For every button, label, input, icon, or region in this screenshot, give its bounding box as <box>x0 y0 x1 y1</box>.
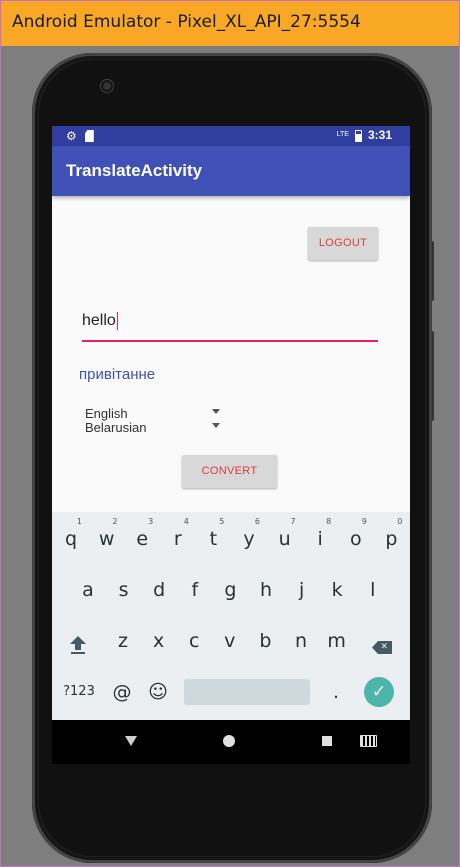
at-key[interactable]: @ <box>104 667 140 717</box>
keyboard-row-4: ?123 @ ☺ . ✓ <box>52 667 410 717</box>
window-title: Android Emulator - Pixel_XL_API_27:5554 <box>12 12 361 32</box>
text-cursor <box>116 312 119 330</box>
key-hint: 2 <box>112 517 118 526</box>
key-u[interactable]: u7 <box>267 514 303 564</box>
smiley-icon: ☺ <box>148 681 168 703</box>
key-label: q <box>64 528 78 550</box>
key-label: y <box>243 528 255 550</box>
key-hint: 1 <box>76 517 82 526</box>
key-e[interactable]: e3 <box>124 514 160 564</box>
emulator-window: Android Emulator - Pixel_XL_API_27:5554 … <box>0 0 460 867</box>
key-label: p <box>385 528 398 550</box>
space-bar[interactable] <box>184 679 310 705</box>
key-d[interactable]: d <box>141 565 177 615</box>
key-x[interactable]: x <box>141 616 177 666</box>
key-l[interactable]: l <box>355 565 391 615</box>
key-c[interactable]: c <box>176 616 212 666</box>
key-n[interactable]: n <box>283 616 319 666</box>
front-camera-icon <box>101 80 113 92</box>
key-f[interactable]: f <box>177 565 213 615</box>
target-language-label: Belarusian <box>85 420 147 435</box>
sd-card-icon <box>84 130 94 142</box>
key-b[interactable]: b <box>247 616 283 666</box>
battery-icon <box>354 129 362 142</box>
key-hint: 3 <box>148 517 154 526</box>
key-t[interactable]: t5 <box>195 514 231 564</box>
key-o[interactable]: o9 <box>338 514 374 564</box>
period-key[interactable]: . <box>318 667 354 717</box>
text-input-value: hello <box>82 312 119 330</box>
status-time: 3:31 <box>367 128 392 142</box>
keyboard-row-3: ✕ zxcvbnm <box>52 616 410 666</box>
text-input[interactable]: hello <box>82 304 378 342</box>
backspace-icon: ✕ <box>372 641 392 654</box>
dropdown-arrow-icon <box>212 423 220 428</box>
input-value-text: hello <box>82 312 116 330</box>
signal-lte-icon: LTE <box>336 131 349 138</box>
soft-keyboard: q1w2e3r4t5y6u7i8o9p0 asdfghjkl ✕ zxcvbnm… <box>52 512 410 720</box>
key-a[interactable]: a <box>70 565 106 615</box>
shift-icon <box>70 636 86 650</box>
key-hint: 7 <box>290 517 296 526</box>
target-language-spinner[interactable]: Belarusian <box>85 420 220 435</box>
keyboard-row-2: asdfghjkl <box>52 565 410 615</box>
key-v[interactable]: v <box>212 616 248 666</box>
source-language-spinner[interactable]: English <box>85 406 220 421</box>
key-w[interactable]: w2 <box>89 514 125 564</box>
source-language-label: English <box>85 406 128 421</box>
keyboard-row-1: q1w2e3r4t5y6u7i8o9p0 <box>52 514 410 564</box>
key-hint: 9 <box>361 517 367 526</box>
window-title-bar[interactable]: Android Emulator - Pixel_XL_API_27:5554 <box>1 1 459 46</box>
logout-button[interactable]: LOGOUT <box>308 227 378 260</box>
navigation-bar <box>52 720 410 764</box>
translation-result: привітанне <box>79 366 156 383</box>
key-hint: 8 <box>326 517 332 526</box>
status-bar: ⚙ LTE 3:31 <box>52 126 410 146</box>
key-q[interactable]: q1 <box>53 514 89 564</box>
key-r[interactable]: r4 <box>160 514 196 564</box>
app-bar: TranslateActivity <box>52 146 410 196</box>
emoji-key[interactable]: ☺ <box>140 667 176 717</box>
device-screen: ⚙ LTE 3:31 TranslateActivity LOGOUT hell… <box>52 126 410 764</box>
key-p[interactable]: p0 <box>373 514 409 564</box>
key-hint: 5 <box>219 517 225 526</box>
back-icon[interactable] <box>125 736 137 746</box>
key-z[interactable]: z <box>105 616 141 666</box>
key-s[interactable]: s <box>106 565 142 615</box>
enter-key[interactable]: ✓ <box>364 677 394 707</box>
key-hint: 4 <box>183 517 189 526</box>
key-i[interactable]: i8 <box>302 514 338 564</box>
status-right-icons: LTE 3:31 <box>337 128 392 142</box>
check-icon: ✓ <box>371 682 387 701</box>
translate-form: LOGOUT hello привітанне English Belarusi… <box>52 196 410 516</box>
key-m[interactable]: m <box>319 616 355 666</box>
home-icon[interactable] <box>223 735 235 747</box>
page-title: TranslateActivity <box>66 161 203 180</box>
key-label: e <box>136 528 149 550</box>
convert-button[interactable]: CONVERT <box>182 455 277 488</box>
key-label: i <box>317 528 323 550</box>
status-left-icons: ⚙ <box>66 129 94 143</box>
shift-underline <box>71 652 85 654</box>
key-h[interactable]: h <box>248 565 284 615</box>
key-label: r <box>173 528 182 550</box>
dropdown-arrow-icon <box>212 409 220 414</box>
key-label: o <box>349 528 362 550</box>
key-label: u <box>278 528 291 550</box>
key-hint: 6 <box>254 517 260 526</box>
symbols-key[interactable]: ?123 <box>60 667 98 717</box>
gear-icon: ⚙ <box>66 129 77 143</box>
key-k[interactable]: k <box>319 565 355 615</box>
shift-key[interactable] <box>60 616 96 666</box>
key-hint: 0 <box>397 517 403 526</box>
key-label: w <box>98 528 115 550</box>
key-label: t <box>209 528 218 550</box>
backspace-key[interactable]: ✕ <box>364 616 400 666</box>
key-j[interactable]: j <box>284 565 320 615</box>
key-g[interactable]: g <box>212 565 248 615</box>
keyboard-switch-icon[interactable] <box>360 735 377 747</box>
recents-icon[interactable] <box>322 736 332 746</box>
key-y[interactable]: y6 <box>231 514 267 564</box>
